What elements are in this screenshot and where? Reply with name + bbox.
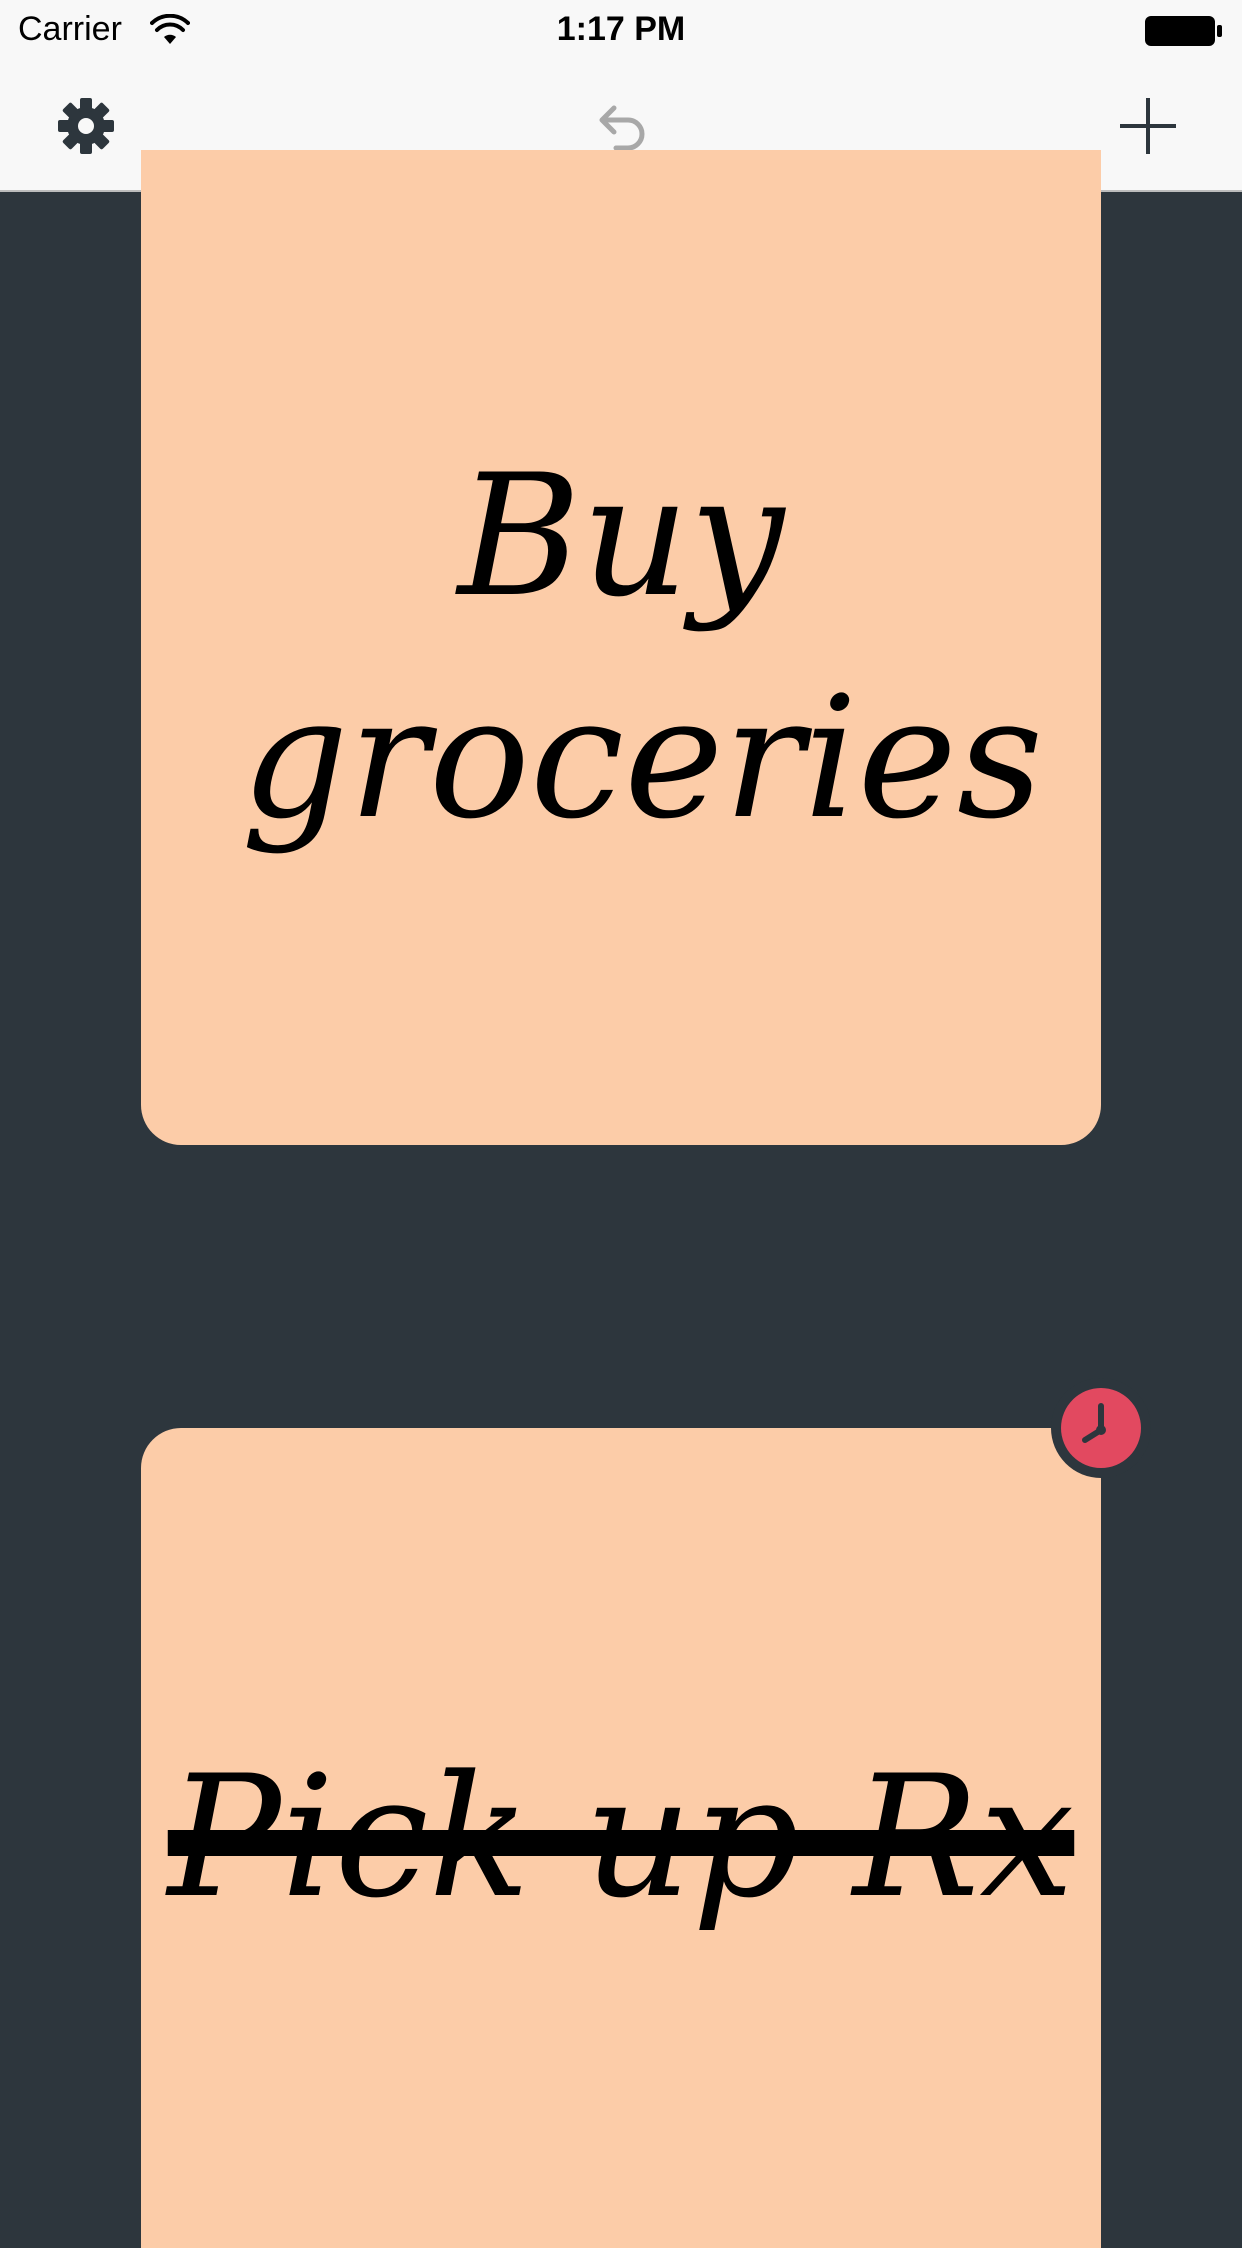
reminder-badge[interactable] [1051, 1378, 1151, 1478]
clock-icon [1061, 1388, 1141, 1468]
task-text: Pick up Rx [167, 1739, 1075, 1936]
task-text: Buy groceries [241, 437, 1044, 856]
battery-icon [1145, 16, 1222, 46]
plus-icon[interactable] [1112, 90, 1184, 162]
status-time: 1:17 PM [556, 10, 686, 48]
task-card-completed[interactable]: Pick up Rx [141, 1428, 1101, 2248]
task-card[interactable]: Buy groceries [141, 150, 1101, 1145]
gear-icon[interactable] [50, 90, 122, 162]
status-bar: Carrier 1:17 PM [0, 0, 1242, 62]
